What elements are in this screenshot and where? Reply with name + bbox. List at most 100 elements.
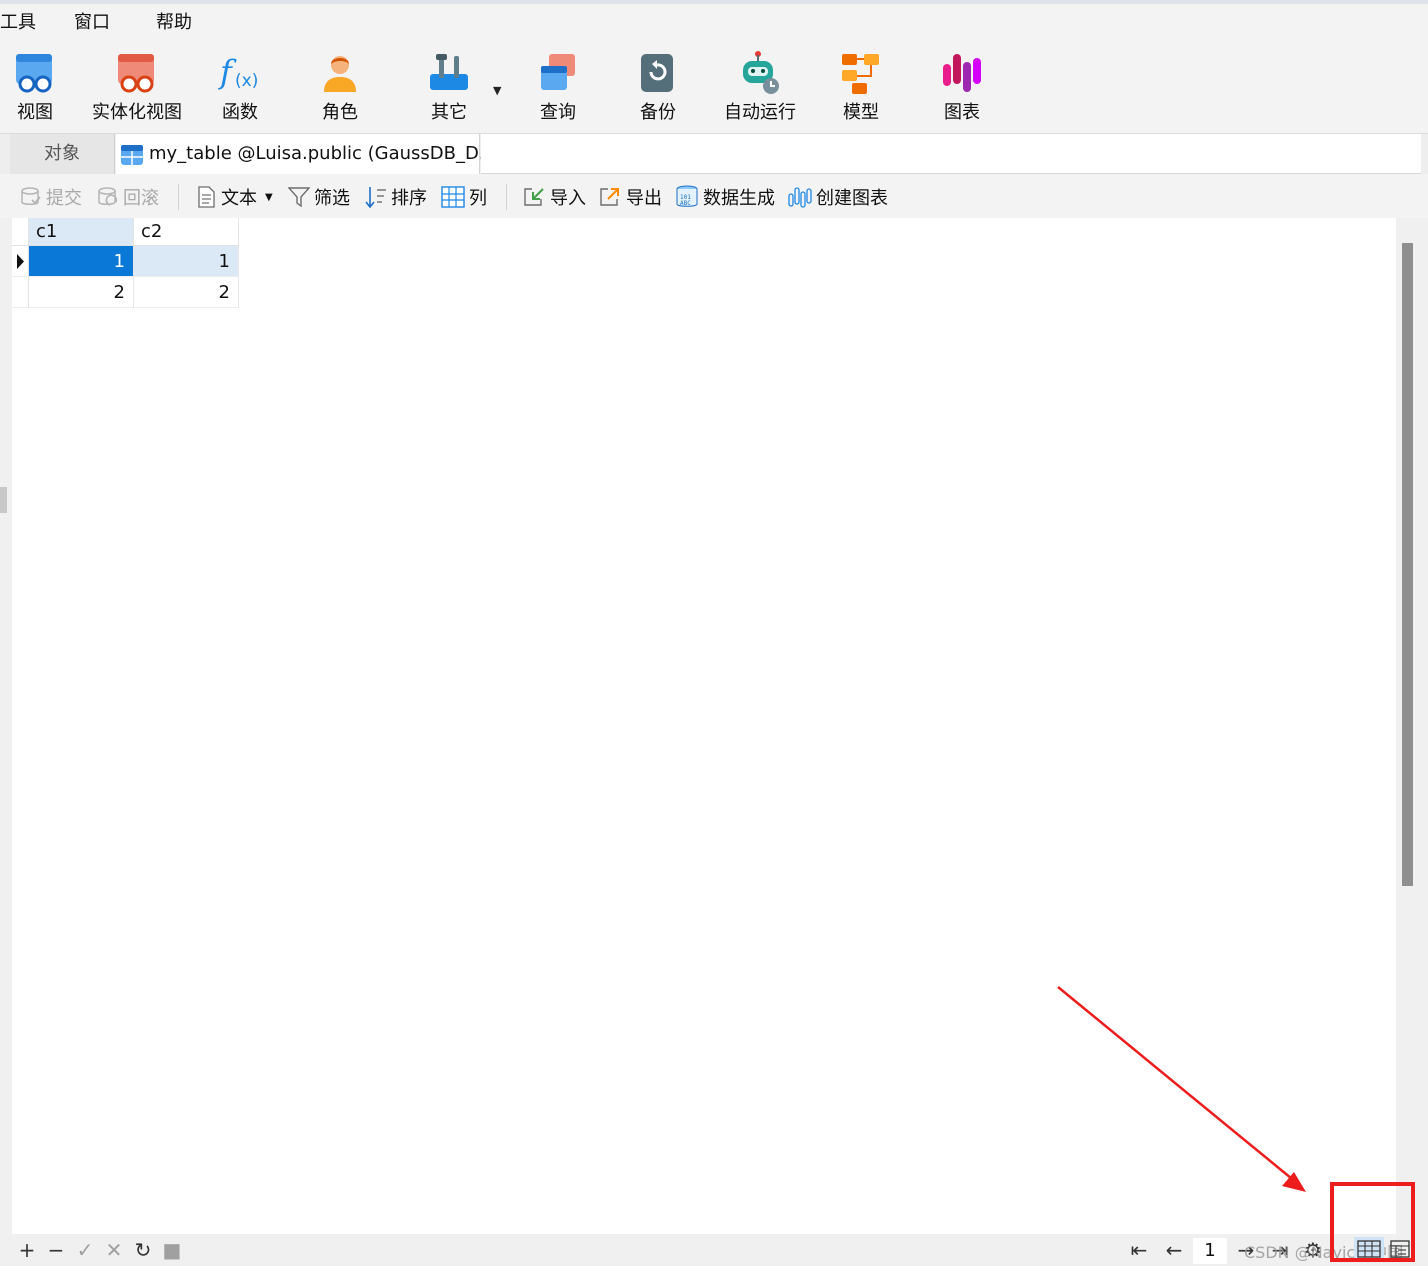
ribbon-model-label: 模型	[843, 102, 879, 123]
model-icon	[842, 54, 879, 94]
discard-changes-icon[interactable]: ✕	[103, 1239, 125, 1261]
generate-data-button[interactable]: 101 ABC 数据生成	[675, 184, 775, 210]
text-view-dropdown-icon[interactable]: ▼	[265, 192, 273, 203]
refresh-icon[interactable]: ↻	[132, 1239, 154, 1261]
ribbon-role-label: 角色	[322, 102, 358, 123]
commit-button[interactable]: 提交	[20, 184, 82, 210]
export-button[interactable]: 导出	[598, 184, 662, 210]
annotation-arrow	[1057, 986, 1306, 1192]
import-icon	[524, 188, 544, 206]
ribbon-role-button[interactable]: 角色	[305, 42, 375, 132]
current-row-arrow-icon	[17, 254, 24, 269]
ribbon-query-label: 查询	[540, 102, 576, 123]
first-page-icon[interactable]: ⇤	[1128, 1239, 1150, 1261]
create-chart-label: 创建图表	[816, 188, 888, 209]
generate-data-label: 数据生成	[703, 188, 775, 209]
previous-page-icon[interactable]: ←	[1163, 1239, 1185, 1261]
create-chart-button[interactable]: 创建图表	[788, 184, 888, 210]
sort-button[interactable]: 排序	[365, 184, 427, 210]
ribbon-function-button[interactable]: f (x) 函数	[205, 42, 275, 132]
splitter-handle[interactable]	[0, 487, 7, 513]
grid-corner[interactable]	[12, 218, 29, 246]
document-icon	[198, 186, 215, 208]
columns-button[interactable]: 列	[441, 184, 487, 210]
ribbon-backup-button[interactable]: 备份	[623, 42, 693, 132]
table-cell[interactable]: 2	[134, 277, 239, 308]
data-generation-icon: 101 ABC	[676, 185, 698, 207]
ribbon-automation-label: 自动运行	[724, 102, 796, 123]
ribbon-chart-button[interactable]: 图表	[927, 42, 997, 132]
toolbar-separator	[506, 184, 507, 210]
export-label: 导出	[626, 188, 662, 209]
tab-my-table-label: my_table @Luisa.public (GaussDB_D...	[149, 143, 497, 164]
text-view-button[interactable]: 文本 ▼	[195, 184, 273, 210]
import-label: 导入	[550, 188, 586, 209]
commit-label: 提交	[46, 188, 82, 209]
chart-icon	[943, 54, 981, 92]
import-button[interactable]: 导入	[522, 184, 586, 210]
materialized-view-icon	[118, 54, 154, 93]
menu-window[interactable]: 窗口	[74, 12, 110, 34]
rollback-label: 回滚	[123, 188, 159, 209]
ribbon-backup-label: 备份	[640, 102, 676, 123]
toolbar-separator	[178, 184, 179, 210]
ribbon-chart-label: 图表	[944, 102, 980, 123]
ribbon-function-label: 函数	[222, 102, 258, 123]
tab-my-table[interactable]: my_table @Luisa.public (GaussDB_D...	[116, 134, 496, 174]
table-icon	[121, 145, 143, 165]
data-toolbar: 提交 回滚 文本 ▼ 筛选 排序 列 导入 导出 101 ABC 数据生成 创建…	[0, 174, 1428, 218]
tab-strip: 对象 my_table @Luisa.public (GaussDB_D...	[0, 134, 1428, 174]
rollback-icon	[98, 187, 118, 206]
column-header-c2[interactable]: c2	[134, 218, 239, 246]
ribbon-query-button[interactable]: 查询	[523, 42, 593, 132]
left-panel-edge	[0, 218, 10, 1234]
columns-grid-icon	[441, 186, 465, 208]
backup-icon	[641, 54, 673, 92]
ribbon-view-button[interactable]: 视图	[0, 42, 70, 132]
ribbon-materialized-view-label: 实体化视图	[92, 102, 182, 123]
export-icon	[600, 188, 619, 206]
row-indicator[interactable]	[12, 277, 29, 308]
ribbon-model-button[interactable]: 模型	[826, 42, 896, 132]
status-bar: + − ✓ ✕ ↻ ■ ⇤ ← 1 → ⇥ ⚙ CSDN @Navicat中国	[0, 1234, 1428, 1266]
table-cell[interactable]: 1	[29, 246, 134, 277]
menu-help[interactable]: 帮助	[156, 12, 192, 34]
menu-bar: 工具 窗口 帮助	[0, 4, 1428, 42]
table-cell[interactable]: 2	[29, 277, 134, 308]
vertical-scrollbar-thumb[interactable]	[1402, 243, 1413, 886]
table-cell[interactable]: 1	[134, 246, 239, 277]
query-icon	[541, 54, 575, 90]
tab-strip-empty	[481, 134, 1421, 174]
rollback-button[interactable]: 回滚	[97, 184, 159, 210]
column-header-c1[interactable]: c1	[29, 218, 134, 246]
automation-icon	[743, 51, 779, 94]
function-icon: f (x)	[218, 53, 258, 91]
ribbon-view-label: 视图	[17, 102, 53, 123]
ribbon-toolbar: 视图 实体化视图 f (x) 函数 角色 其它 ▼ 查询 备份 自动运行 模型 …	[0, 42, 1428, 134]
row-indicator[interactable]	[12, 246, 29, 277]
ribbon-automation-button[interactable]: 自动运行	[718, 42, 802, 132]
view-icon	[16, 54, 52, 93]
create-chart-icon	[788, 187, 812, 208]
filter-button[interactable]: 筛选	[288, 184, 350, 210]
others-icon	[430, 54, 468, 90]
ribbon-others-button[interactable]: 其它	[414, 42, 484, 132]
sort-label: 排序	[391, 188, 427, 209]
others-dropdown-arrow-icon[interactable]: ▼	[493, 84, 501, 97]
role-icon	[324, 56, 356, 92]
annotation-highlight-box	[1330, 1182, 1415, 1262]
add-record-icon[interactable]: +	[16, 1239, 38, 1261]
svg-text:ABC: ABC	[680, 200, 691, 207]
page-number-input[interactable]: 1	[1193, 1238, 1227, 1264]
svg-text:(x): (x)	[235, 71, 258, 91]
tab-objects[interactable]: 对象	[10, 134, 115, 174]
stop-icon[interactable]: ■	[161, 1239, 183, 1261]
commit-icon	[21, 187, 41, 205]
menu-tools[interactable]: 工具	[0, 12, 36, 34]
delete-record-icon[interactable]: −	[45, 1239, 67, 1261]
apply-changes-icon[interactable]: ✓	[74, 1239, 96, 1261]
ribbon-materialized-view-button[interactable]: 实体化视图	[88, 42, 186, 132]
columns-label: 列	[469, 188, 487, 209]
filter-icon	[288, 187, 310, 208]
sort-icon	[365, 187, 386, 208]
